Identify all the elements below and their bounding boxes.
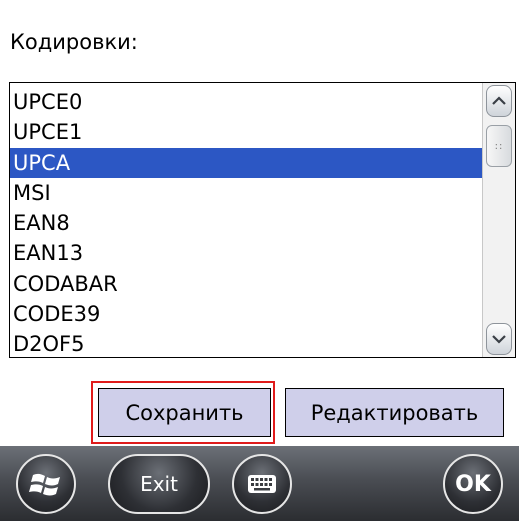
edit-button[interactable]: Редактировать bbox=[285, 388, 504, 437]
keyboard-icon bbox=[248, 475, 276, 493]
scroll-down-button[interactable] bbox=[486, 323, 512, 355]
keyboard-button[interactable] bbox=[232, 454, 292, 514]
list-item[interactable]: EAN8 bbox=[10, 208, 482, 238]
list-item[interactable]: D2OF5 bbox=[10, 329, 482, 357]
list-item[interactable]: EAN13 bbox=[10, 238, 482, 268]
chevron-down-icon bbox=[492, 335, 506, 344]
scroll-up-button[interactable] bbox=[486, 85, 512, 117]
grip-icon: :: bbox=[494, 140, 504, 152]
chevron-up-icon bbox=[492, 96, 506, 105]
list-item[interactable]: UPCE0 bbox=[10, 87, 482, 117]
scrollbar-thumb[interactable]: :: bbox=[486, 125, 512, 167]
exit-label: Exit bbox=[140, 472, 178, 496]
list-item-selected[interactable]: UPCA bbox=[10, 147, 482, 178]
list-item[interactable]: MSI bbox=[10, 178, 482, 208]
taskbar: Exit OK bbox=[0, 446, 519, 521]
list-item[interactable]: CODE39 bbox=[10, 299, 482, 329]
encodings-list[interactable]: UPCE0 UPCE1 UPCA MSI EAN8 EAN13 CODABAR … bbox=[9, 82, 516, 358]
encodings-list-items: UPCE0 UPCE1 UPCA MSI EAN8 EAN13 CODABAR … bbox=[10, 87, 482, 357]
save-button[interactable]: Сохранить bbox=[98, 388, 271, 437]
list-item[interactable]: UPCE1 bbox=[10, 117, 482, 147]
list-item[interactable]: CODABAR bbox=[10, 269, 482, 299]
exit-button[interactable]: Exit bbox=[108, 454, 210, 514]
main-content: Кодировки: UPCE0 UPCE1 UPCA MSI EAN8 EAN… bbox=[0, 0, 519, 446]
windows-logo-icon bbox=[29, 473, 60, 496]
vertical-scrollbar[interactable]: :: bbox=[482, 83, 515, 357]
encodings-label: Кодировки: bbox=[10, 30, 138, 54]
start-button[interactable] bbox=[16, 454, 76, 514]
ok-button[interactable]: OK bbox=[443, 454, 503, 514]
ok-label: OK bbox=[455, 471, 491, 497]
